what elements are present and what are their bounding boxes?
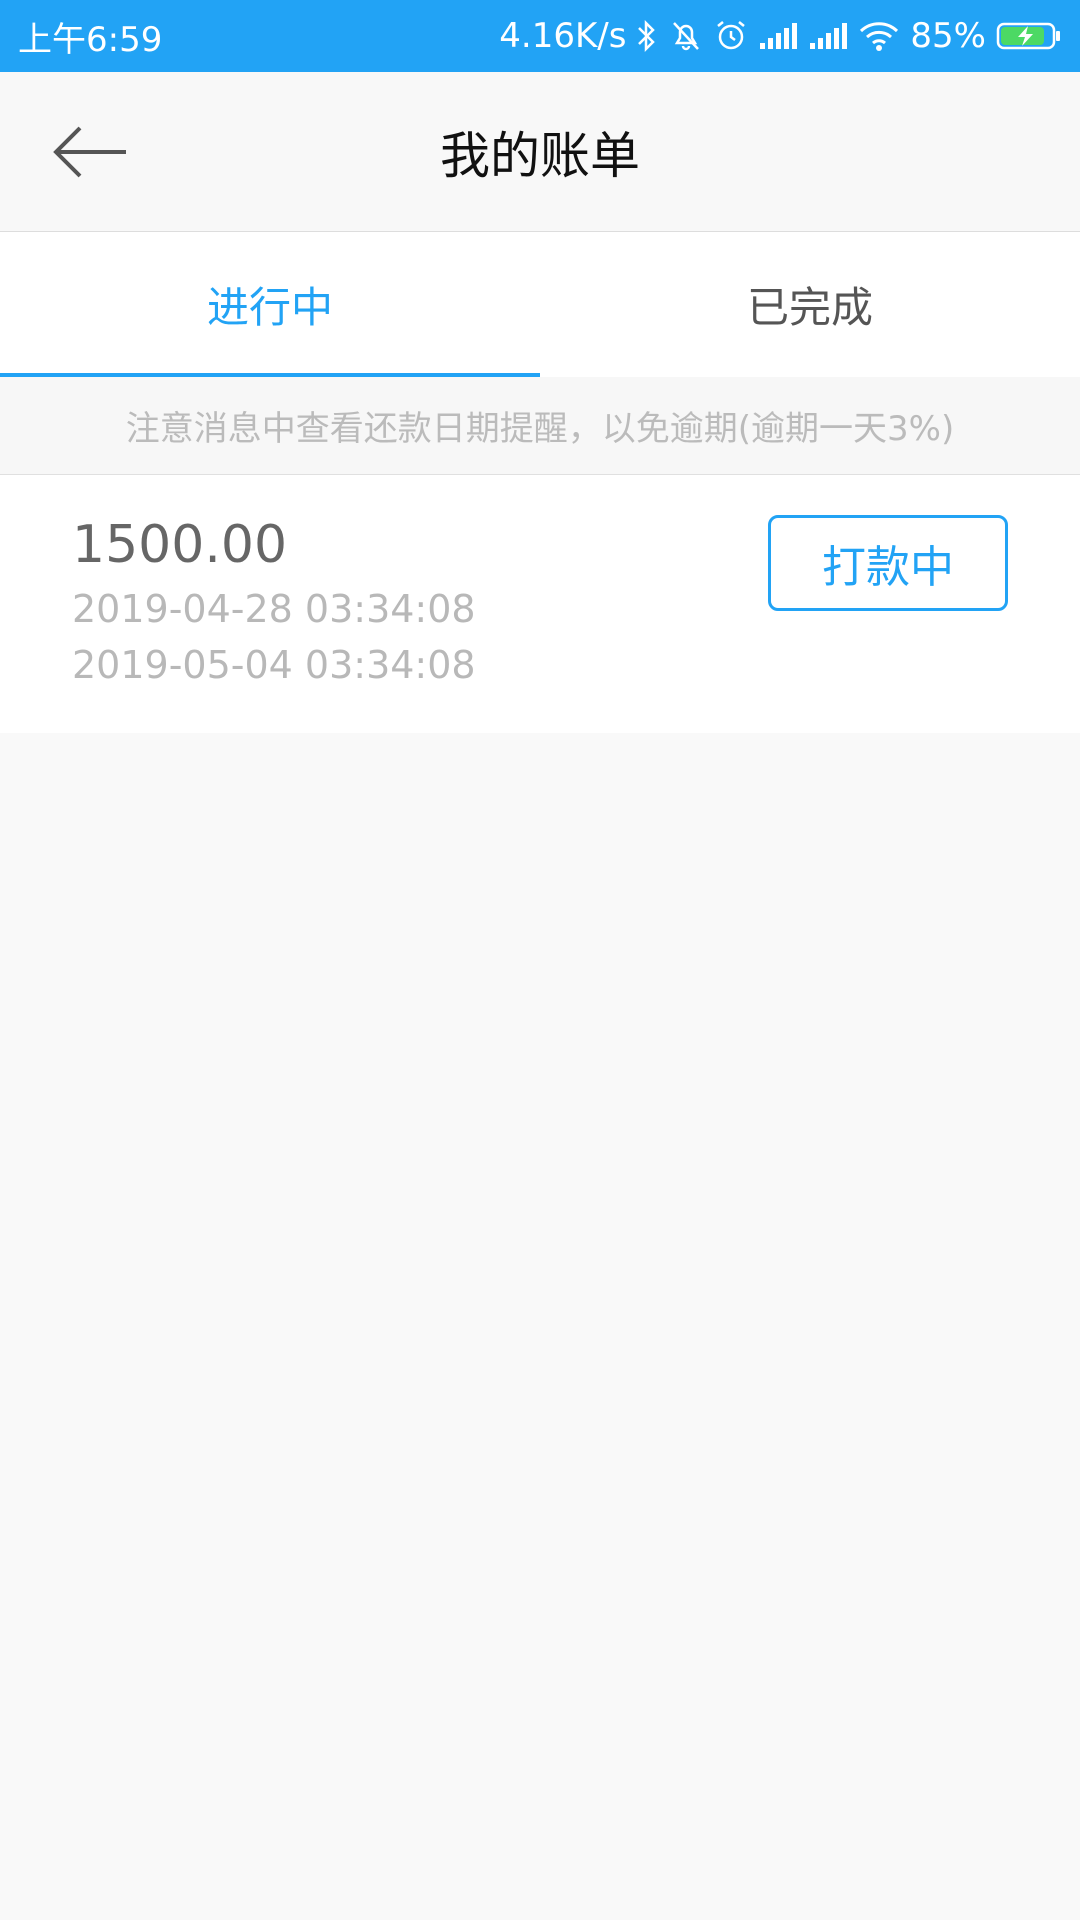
status-right: 4.16K/s 85%: [499, 16, 1062, 56]
notice-banner: 注意消息中查看还款日期提醒，以免逾期(逾期一天3%): [0, 377, 1080, 475]
back-button[interactable]: [50, 117, 130, 187]
bill-item[interactable]: 1500.00 2019-04-28 03:34:08 2019-05-04 0…: [0, 475, 1080, 733]
bill-status-button[interactable]: 打款中: [768, 515, 1008, 611]
signal-icon: [808, 21, 848, 51]
bill-due-date: 2019-05-04 03:34:08: [72, 643, 476, 687]
arrow-left-icon: [53, 126, 126, 177]
status-time: 上午6:59: [18, 19, 163, 60]
notice-text: 注意消息中查看还款日期提醒，以免逾期(逾期一天3%): [125, 409, 955, 449]
alarm-icon: [714, 19, 748, 53]
screen: 上午6:59 4.16K/s 85% 我的账单 进行中 已完成 注意消息中查看还…: [0, 0, 1080, 1920]
battery-charging-icon: [996, 21, 1062, 51]
tab-in-progress[interactable]: 进行中: [0, 232, 540, 377]
tab-bar: 进行中 已完成: [0, 232, 1080, 377]
wifi-icon: [858, 20, 900, 52]
mute-icon: [668, 19, 704, 53]
status-left: 上午6:59: [18, 12, 162, 61]
signal-icon: [758, 21, 798, 51]
network-speed: 4.16K/s: [499, 16, 627, 56]
tab-completed[interactable]: 已完成: [540, 232, 1080, 377]
bluetooth-icon: [636, 19, 658, 53]
status-bar: 上午6:59 4.16K/s 85%: [0, 0, 1080, 72]
battery-percent: 85%: [910, 16, 986, 56]
page-title: 我的账单: [440, 126, 640, 185]
header: 我的账单: [0, 72, 1080, 232]
